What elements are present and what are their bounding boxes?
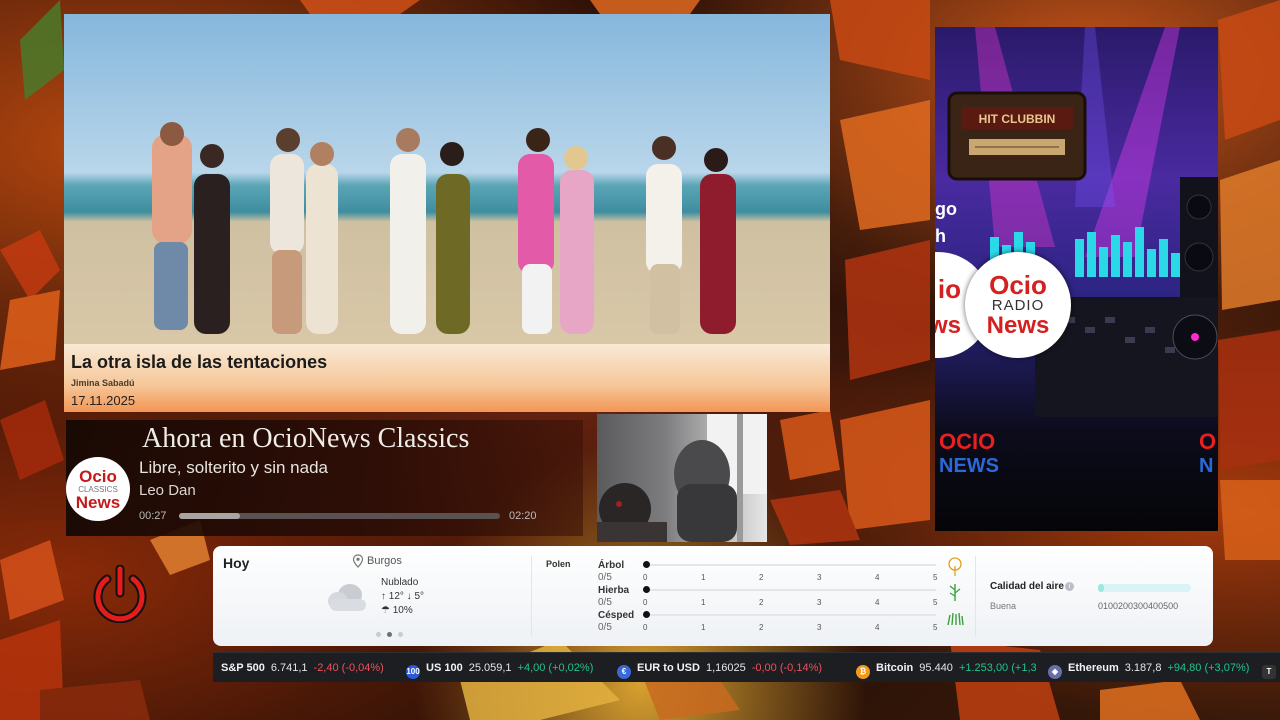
ticker-item[interactable]: € EUR to USD 1,16025 -0,00 (-0,14%) (617, 653, 822, 682)
ocio-radio-news-logo: Ocio RADIO News (965, 252, 1071, 358)
news-title[interactable]: La otra isla de las tentaciones (71, 352, 327, 373)
now-playing-panel: Ahora en OcioNews Classics Ocio CLASSICS… (66, 420, 583, 536)
news-author: Jimina Sabadú (71, 378, 135, 388)
radio-promo-panel[interactable]: HIT CLUBBIN go h io ws Ocio RADIO News O… (935, 27, 1218, 531)
pollen-level-marker (643, 561, 650, 568)
info-icon[interactable]: i (1065, 582, 1074, 591)
cloud-icon (328, 584, 366, 611)
grass-icon (949, 584, 961, 601)
pollen-row-arbol: Árbol 0/5 0 1 2 3 4 5 (598, 557, 962, 584)
song-progress-fill (179, 513, 240, 519)
tradingview-icon: T (1262, 665, 1276, 679)
market-ticker: S&P 500 6.741,1 -2,40 (-0,04%) 100 US 100 25… (213, 652, 1280, 682)
air-quality-label: Buena (990, 601, 1017, 611)
player-heading: Ahora en OcioNews Classics (142, 423, 470, 454)
weather-widget: Hoy Burgos Nublado ↑ 12° ↓ 5° ☂ 10% Pole… (213, 546, 1213, 646)
webcam-feed (597, 414, 767, 542)
ticker-item[interactable]: ₿ Bitcoin 95.440 +1.253,00 (+1,3 (856, 653, 1037, 682)
song-progress-bar[interactable] (179, 513, 500, 519)
lawn-icon (947, 612, 964, 626)
carousel-dot[interactable] (398, 632, 403, 637)
weather-condition: Nublado (381, 577, 419, 588)
ocio-news-classics-logo: Ocio CLASSICS News (66, 457, 130, 521)
weather-temperatures: ↑ 12° ↓ 5° (381, 591, 425, 602)
pollen-row-hierba: Hierba 0/5 0 1 2 3 4 5 (598, 584, 961, 609)
song-title: Libre, solterito y sin nada (139, 458, 328, 477)
bitcoin-icon: ₿ (856, 665, 870, 679)
air-quality-title: Calidad del aire (990, 581, 1064, 592)
carousel-dots[interactable] (376, 632, 404, 638)
time-elapsed: 00:27 (139, 510, 167, 522)
us100-icon: 100 (406, 665, 420, 679)
ticker-end-badge[interactable]: T (1262, 653, 1280, 682)
carousel-dot-active[interactable] (387, 632, 392, 637)
air-quality-scale: 0100200300400500 (1098, 601, 1179, 611)
weather-location: Burgos (367, 555, 402, 567)
air-quality-bar (1098, 584, 1191, 592)
song-artist: Leo Dan (139, 482, 196, 499)
news-caption: La otra isla de las tentaciones Jimina S… (64, 344, 830, 412)
pollen-title: Polen (546, 559, 571, 569)
radio-side-text-1: go (935, 199, 957, 219)
power-icon[interactable] (93, 565, 147, 623)
time-total: 02:20 (509, 510, 537, 522)
euro-dollar-icon: € (617, 665, 631, 679)
divider (531, 556, 532, 636)
weather-rain-chance: ☂ 10% (381, 605, 413, 616)
ocio-news-badge-right: O N (1199, 429, 1217, 477)
carousel-dot[interactable] (376, 632, 381, 637)
air-quality-fill (1098, 584, 1104, 592)
ticker-item[interactable]: 100 US 100 25.059,1 +4,00 (+0,02%) (406, 653, 593, 682)
news-card[interactable]: La otra isla de las tentaciones Jimina S… (64, 14, 830, 412)
ethereum-icon: ◆ (1048, 665, 1062, 679)
svg-text:HIT CLUBBIN: HIT CLUBBIN (979, 112, 1056, 126)
ticker-item[interactable]: S&P 500 6.741,1 -2,40 (-0,04%) (221, 653, 384, 682)
radio-side-text-2: h (935, 226, 946, 246)
news-date: 17.11.2025 (71, 393, 136, 408)
weather-day: Hoy (223, 555, 250, 571)
pollen-row-cesped: Césped 0/5 0 1 2 3 4 5 (598, 610, 964, 634)
pollen-level-marker (643, 586, 650, 593)
pollen-level-marker (643, 611, 650, 618)
tree-icon (948, 557, 962, 576)
divider (975, 556, 976, 636)
ocio-news-badge-left: OCIO NEWS (939, 429, 999, 477)
people-group-illustration (152, 122, 736, 334)
location-pin-icon (352, 554, 364, 568)
news-photo (64, 14, 830, 344)
ticker-item[interactable]: ◆ Ethereum 3.187,8 +94,80 (+3,07%) (1048, 653, 1249, 682)
